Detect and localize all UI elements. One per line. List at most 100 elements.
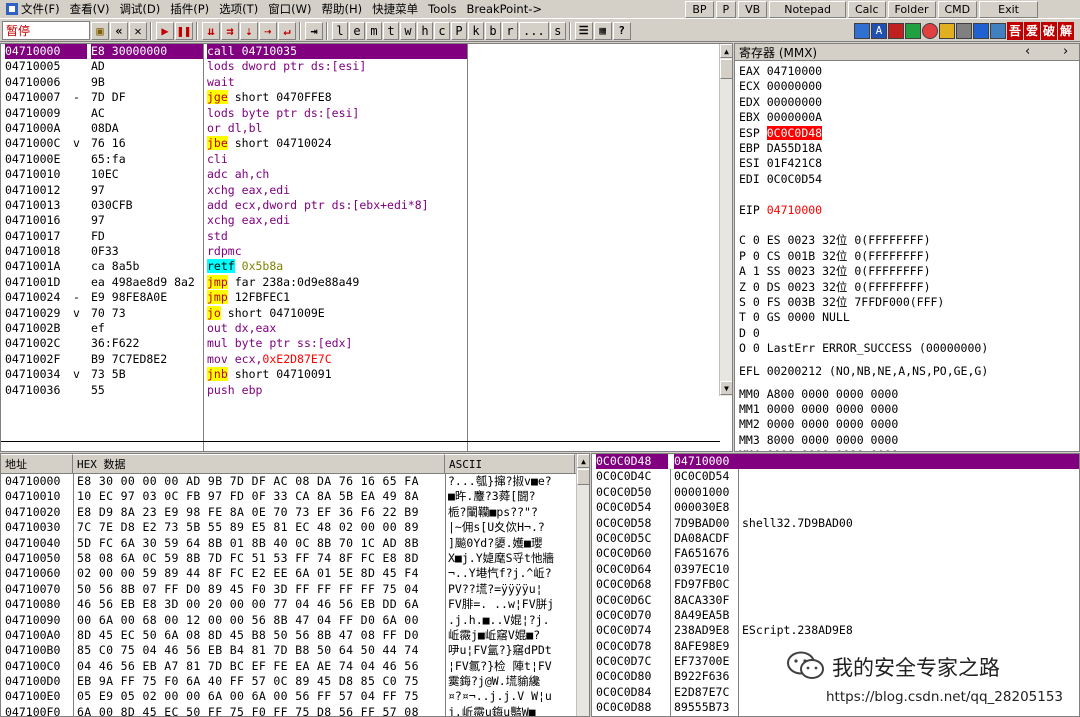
- register-row[interactable]: EBP DA55D18A: [739, 141, 822, 156]
- disasm-row[interactable]: 0471001D ea 498ae8d9 8a2 jmp far 238a:0d…: [1, 274, 732, 290]
- threads-button[interactable]: t: [383, 21, 399, 40]
- scroll-thumb[interactable]: [577, 469, 589, 485]
- flag-row[interactable]: A 1 SS 0023 32位 0(FFFFFFFF): [739, 264, 931, 279]
- chevron-left-icon[interactable]: ‹: [1025, 44, 1030, 59]
- register-row[interactable]: EBX 0000000A: [739, 110, 822, 125]
- memory-map-button[interactable]: m: [366, 21, 382, 40]
- executable-modules-button[interactable]: e: [349, 21, 365, 40]
- list-view-icon[interactable]: ☰: [574, 21, 593, 40]
- scroll-down-icon[interactable]: ▼: [720, 381, 732, 395]
- step-into-icon[interactable]: ⇊: [202, 21, 220, 40]
- disasm-row[interactable]: 04710000 E8 30000000 call 04710035: [1, 44, 732, 60]
- dump-header-address[interactable]: 地址: [1, 454, 73, 473]
- stack-row[interactable]: 0C0C0D74 238AD9E8 EScript.238AD9E8: [592, 623, 1079, 638]
- menu-item-file[interactable]: 文件(F): [0, 1, 65, 17]
- disasm-row[interactable]: 0471002B ef out dx,eax: [1, 321, 732, 336]
- register-row[interactable]: EDI 0C0C0D54: [739, 172, 822, 187]
- dump-header-ascii[interactable]: ASCII: [445, 454, 575, 473]
- wuaipojie-button-3[interactable]: 破: [1040, 21, 1057, 40]
- flag-row[interactable]: C 0 ES 0023 32位 0(FFFFFFFF): [739, 233, 931, 248]
- menu-item-shortcut[interactable]: 快捷菜单: [367, 1, 423, 17]
- mmx-row[interactable]: MM1 0000 0000 0000 0000: [739, 402, 898, 417]
- disasm-row[interactable]: 04710007 - 7D DF jge short 0470FFE8: [1, 90, 732, 105]
- stack-row[interactable]: 0C0C0D84 E2D87E7C: [592, 685, 1079, 700]
- chevron-right-icon[interactable]: ›: [1063, 44, 1068, 59]
- dump-scrollbar[interactable]: ▲: [576, 454, 589, 716]
- register-row[interactable]: ECX 00000000: [739, 79, 822, 94]
- menu-item-tools[interactable]: Tools: [423, 2, 461, 16]
- mmx-row[interactable]: MM4 0000 0000 0000 0000: [739, 448, 898, 451]
- stack-row[interactable]: 0C0C0D60 FA651676: [592, 546, 1079, 561]
- grid-view-icon[interactable]: ▦: [593, 21, 612, 40]
- disasm-row[interactable]: 04710005 AD lods dword ptr ds:[esi]: [1, 59, 732, 74]
- dump-header-hex[interactable]: HEX 数据: [73, 454, 445, 473]
- restart-icon[interactable]: «: [110, 21, 128, 40]
- patches-button[interactable]: P: [451, 21, 467, 40]
- disasm-row[interactable]: 04710016 97 xchg eax,edi: [1, 213, 732, 228]
- step-over-icon[interactable]: ⇉: [221, 21, 239, 40]
- disasm-row[interactable]: 0471002C 36:F622 mul byte ptr ss:[edx]: [1, 336, 732, 351]
- bp-button[interactable]: BP: [685, 0, 714, 18]
- efl-row[interactable]: EFL 00200212 (NO,NB,NE,A,NS,PO,GE,G): [739, 364, 988, 379]
- wuaipojie-button-4[interactable]: 解: [1057, 21, 1074, 40]
- pause-icon[interactable]: ❚❚: [175, 21, 193, 40]
- scroll-up-icon[interactable]: ▲: [577, 454, 589, 468]
- dump-row[interactable]: 04710060 02 00 00 59 89 44 8F FC E2 EE 6…: [1, 566, 589, 581]
- disasm-row[interactable]: 04710029 v 70 73 jo short 0471009E: [1, 305, 732, 321]
- stack-row[interactable]: 0C0C0D58 7D9BAD00 shell32.7D9BAD00: [592, 516, 1079, 531]
- stack-row[interactable]: 0C0C0D5C DA08ACDF: [592, 531, 1079, 546]
- dump-row[interactable]: 04710090 00 6A 00 68 00 12 00 00 56 8B 4…: [1, 613, 589, 628]
- disasm-row[interactable]: 0471000E 65:fa cli: [1, 152, 732, 167]
- wuaipojie-button-2[interactable]: 爱: [1023, 21, 1040, 40]
- p-button[interactable]: P: [715, 0, 737, 18]
- memory-dump-pane[interactable]: 地址 HEX 数据 ASCII 04710000 E8 30 00 00 00 …: [0, 453, 590, 717]
- scroll-thumb[interactable]: [720, 59, 732, 79]
- call-stack-button[interactable]: k: [468, 21, 484, 40]
- run-icon[interactable]: ▶: [156, 21, 174, 40]
- stack-row[interactable]: 0C0C0D6C 8ACA330F: [592, 593, 1079, 608]
- trace-over-icon[interactable]: ⇢: [259, 21, 277, 40]
- dump-row[interactable]: 047100A0 8D 45 EC 50 6A 08 8D 45 B8 50 5…: [1, 628, 589, 643]
- register-row-eip[interactable]: EIP 04710000: [739, 203, 822, 218]
- register-row[interactable]: EAX 04710000: [739, 64, 822, 79]
- dump-row[interactable]: 04710070 50 56 8B 07 FF D0 89 45 F0 3D F…: [1, 582, 589, 597]
- menu-item-view[interactable]: 查看(V): [65, 1, 115, 17]
- disasm-row[interactable]: 0471000A 08DA or dl,bl: [1, 121, 732, 136]
- dump-row[interactable]: 047100B0 85 C0 75 04 46 56 EB B4 81 7D B…: [1, 643, 589, 658]
- open-icon[interactable]: ▣: [91, 21, 109, 40]
- references-button[interactable]: r: [502, 21, 518, 40]
- menu-item-debug[interactable]: 调试(D): [114, 1, 165, 17]
- run-trace-button[interactable]: ...: [519, 21, 549, 40]
- disasm-row[interactable]: 0471001A ca 8a5b retf 0x5b8a: [1, 259, 732, 274]
- execute-till-return-icon[interactable]: ↵: [278, 21, 296, 40]
- stack-row[interactable]: 0C0C0D50 00001000: [592, 485, 1079, 500]
- dump-row[interactable]: 04710080 46 56 EB E8 3D 00 20 00 00 77 0…: [1, 597, 589, 612]
- menu-item-window[interactable]: 窗口(W): [263, 1, 316, 17]
- stack-row[interactable]: 0C0C0D88 89555B73: [592, 700, 1079, 715]
- dump-row[interactable]: 04710050 58 08 6A 0C 59 8B 7D FC 51 53 F…: [1, 551, 589, 566]
- registers-pane[interactable]: 寄存器 (MMX) ‹ › EAX 04710000 ECX 00000000 ED…: [734, 43, 1080, 452]
- mmx-row[interactable]: MM2 0000 0000 0000 0000: [739, 417, 898, 432]
- disasm-row[interactable]: 04710017 FD std: [1, 229, 732, 244]
- wuaipojie-button-1[interactable]: 吾: [1006, 21, 1023, 40]
- notepad-button[interactable]: Notepad: [769, 0, 846, 18]
- dump-row[interactable]: 04710000 E8 30 00 00 00 AD 9B 7D DF AC 0…: [1, 474, 589, 489]
- dump-row[interactable]: 04710010 10 EC 97 03 0C FB 97 FD 0F 33 C…: [1, 489, 589, 504]
- register-row[interactable]: EDX 00000000: [739, 95, 822, 110]
- cpu-button[interactable]: c: [434, 21, 450, 40]
- dump-row[interactable]: 04710020 E8 D9 8A 23 E9 98 FE 8A 0E 70 7…: [1, 505, 589, 520]
- trace-into-icon[interactable]: ⇣: [240, 21, 258, 40]
- windows-button[interactable]: w: [400, 21, 416, 40]
- flag-row[interactable]: D 0: [739, 326, 760, 341]
- disasm-row[interactable]: 04710024 - E9 98FE8A0E jmp 12FBFEC1: [1, 290, 732, 305]
- scroll-up-icon[interactable]: ▲: [720, 44, 732, 58]
- stack-row[interactable]: 0C0C0D4C 0C0C0D54: [592, 469, 1079, 484]
- register-row[interactable]: ESI 01F421C8: [739, 156, 822, 171]
- flag-row[interactable]: O 0 LastErr ERROR_SUCCESS (00000000): [739, 341, 988, 356]
- menu-item-options[interactable]: 选项(T): [214, 1, 263, 17]
- stack-row[interactable]: 0C0C0D78 8AFE98E9: [592, 639, 1079, 654]
- disasm-row[interactable]: 04710018 0F33 rdpmc: [1, 244, 732, 259]
- mmx-row[interactable]: MM0 A800 0000 0000 0000: [739, 387, 898, 402]
- stack-row[interactable]: 0C0C0D68 FD97FB0C: [592, 577, 1079, 592]
- flag-row[interactable]: Z 0 DS 0023 32位 0(FFFFFFFF): [739, 280, 931, 295]
